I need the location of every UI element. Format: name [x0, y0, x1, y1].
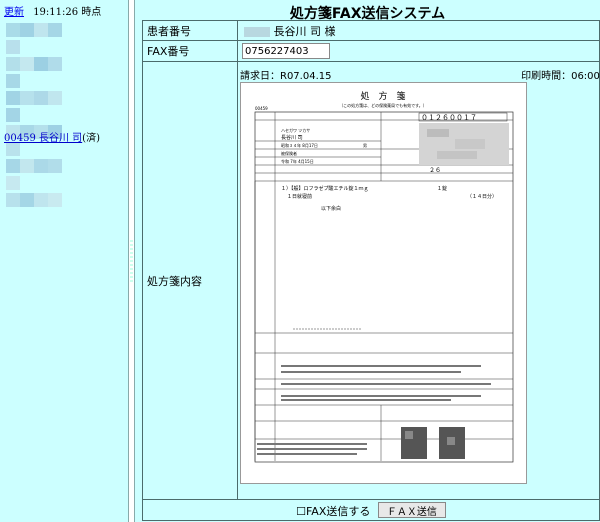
rx-name: 長谷川 司 [281, 134, 303, 141]
rx-dose: １錠 [437, 185, 447, 192]
fax-number-input[interactable] [242, 43, 330, 59]
insurer-number: ０１２６００１７ [421, 114, 477, 122]
rx-kubun: 被保険者 [281, 150, 297, 156]
rx-sex: 男 [363, 143, 367, 148]
fax-label: FAX番号 [142, 40, 238, 62]
patient-entry: 00459 長谷川 司(済) [4, 129, 100, 144]
print-time: 印刷時間：06:00:43 [521, 71, 600, 82]
blurred-patient-list [6, 23, 74, 227]
request-date: 請求日：R07.04.15 [240, 71, 332, 82]
send-row: ☐FAX送信する ＦＡＸ送信 [142, 499, 600, 521]
rx-days: （１４日分） [467, 193, 497, 200]
patient-label: 患者番号 [142, 20, 238, 41]
rx-issue-date: 令和 7年 4月15日 [281, 158, 314, 164]
rx-end: 以下余白 [321, 205, 341, 212]
left-header: 更新 19:11:26 時点 [4, 3, 101, 18]
rx-birth: 昭和３４年 8月17日 [281, 142, 318, 148]
patient-status: (済) [82, 133, 100, 144]
update-time: 19:11:26 時点 [33, 7, 102, 18]
rx-kana: ハセガワ ツカサ [281, 127, 310, 133]
prescription-image: 処 方 箋 （この処方箋は、どの保険薬局でも有効です。） 00459 ０１２６０… [240, 82, 527, 484]
patient-link[interactable]: 00459 長谷川 司 [4, 133, 82, 144]
rx-note: （この処方箋は、どの保険薬局でも有効です。） [339, 102, 427, 108]
rx-title: 処 方 箋 [360, 90, 405, 102]
fax-form: 患者番号 長谷川 司 様 FAX番号 処方箋内容 請求日：R07.04.15 印… [142, 20, 600, 521]
rx-stamp: ２６ [429, 167, 441, 174]
refresh-link[interactable]: 更新 [4, 7, 24, 18]
left-pane: 更新 19:11:26 時点 00459 長谷川 司(済) [0, 0, 128, 522]
patient-value: 長谷川 司 様 [237, 20, 600, 41]
rx-usage: １日就寝前 [287, 193, 312, 200]
content-label: 処方箋内容 [142, 61, 238, 500]
redacted-block [244, 26, 270, 37]
prescription-content: 請求日：R07.04.15 印刷時間：06:00:43 処 方 箋 （この処方箋… [237, 61, 600, 500]
fax-send-button[interactable]: ＦＡＸ送信 [377, 501, 446, 518]
content-header: 請求日：R07.04.15 印刷時間：06:00:43 [240, 67, 600, 82]
rx-drug: １）【般】ロフラゼプ酸エチル錠１ｍｇ [281, 185, 369, 192]
frame-divider[interactable] [128, 0, 135, 522]
rx-id: 00459 [255, 106, 268, 111]
fax-send-checkbox-label: FAX送信する [305, 504, 371, 518]
main-pane: 処方箋FAX送信システム 患者番号 長谷川 司 様 FAX番号 処方箋内容 請求… [135, 0, 600, 522]
fax-send-checkbox[interactable]: ☐ [296, 505, 306, 518]
patient-name: 長谷川 司 様 [273, 24, 336, 38]
